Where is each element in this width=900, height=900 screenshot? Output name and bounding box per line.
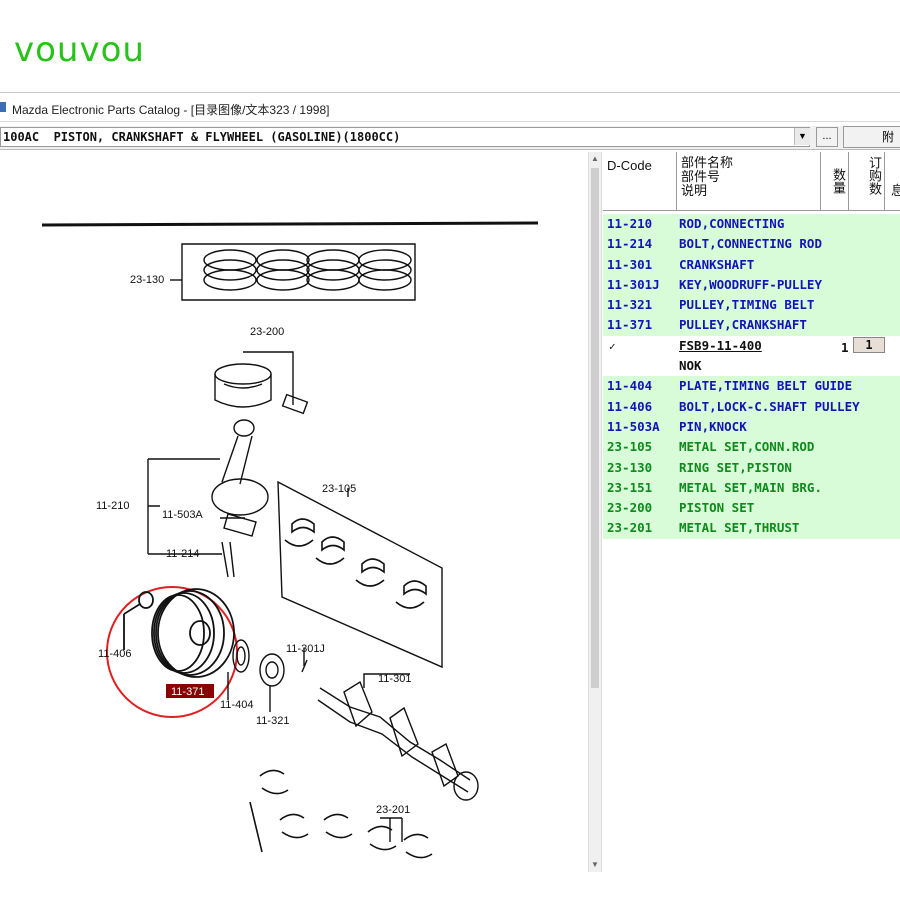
callout-23-105[interactable]: 23-105 [322, 483, 356, 495]
row-code: 11-404 [607, 378, 653, 394]
part-number: FSB9-11-400 [679, 337, 762, 353]
chevron-down-icon[interactable]: ▼ [794, 128, 810, 145]
row-name: PISTON SET [679, 500, 755, 516]
table-row[interactable]: 11-503A PIN,KNOCK [603, 416, 900, 438]
row-name: PIN,KNOCK [679, 418, 747, 434]
table-row[interactable]: 11-301 CRANKSHAFT [603, 254, 900, 275]
callout-23-200[interactable]: 23-200 [250, 326, 284, 338]
header-dcode[interactable]: D-Code [603, 152, 677, 210]
row-code: 11-214 [607, 236, 653, 252]
header-qty[interactable]: 数量 [821, 152, 849, 210]
table-row[interactable]: 11-214 BOLT,CONNECTING ROD [603, 234, 900, 255]
window-title: Mazda Electronic Parts Catalog - [目录图像/文… [12, 103, 330, 117]
row-name: BOLT,CONNECTING ROD [679, 236, 822, 252]
row-code: 11-406 [607, 398, 653, 414]
bearing-panel [277, 480, 443, 669]
row-name: KEY,WOODRUFF-PULLEY [679, 276, 822, 292]
crankshaft-drawing [317, 680, 479, 801]
row-name: CRANKSHAFT [679, 256, 755, 272]
callout-11-406[interactable]: 11-406 [98, 648, 131, 660]
part-note-row: NOK [603, 356, 900, 377]
callout-23-201[interactable]: 23-201 [376, 804, 410, 816]
header-name-line2: 部件号 [681, 169, 721, 184]
row-code: 11-301 [607, 256, 653, 272]
part-qty: 1 [841, 339, 849, 355]
row-name: PLATE,TIMING BELT GUIDE [679, 378, 853, 394]
watermark-text: vouvou [14, 30, 145, 70]
table-row[interactable]: 11-404 PLATE,TIMING BELT GUIDE [603, 376, 900, 397]
grid-header: D-Code 部件名称 部件号 说明 数量 订购数 息 [603, 152, 900, 211]
row-code: 11-210 [607, 216, 653, 231]
table-row[interactable]: 23-151 METAL SET,MAIN BRG. [603, 477, 900, 499]
header-name-line3: 说明 [681, 183, 708, 198]
diagram-scrollbar[interactable]: ▲ ▼ [588, 152, 602, 872]
row-code: 11-301J [607, 276, 660, 292]
callout-11-210[interactable]: 11-210 [96, 500, 129, 512]
table-row[interactable]: 11-371 PULLEY,CRANKSHAFT [603, 315, 900, 336]
table-row[interactable]: 11-301J KEY,WOODRUFF-PULLEY [603, 274, 900, 296]
window-titlebar: Mazda Electronic Parts Catalog - [目录图像/文… [0, 92, 900, 122]
header-order[interactable]: 订购数 [849, 152, 885, 210]
frame-line [41, 221, 539, 227]
row-name: PULLEY,TIMING BELT [679, 297, 815, 313]
section-select[interactable]: 100AC PISTON, CRANKSHAFT & FLYWHEEL (GAS… [0, 127, 810, 147]
ring-set-drawing [203, 249, 412, 291]
app-icon [0, 102, 6, 112]
table-row[interactable]: 23-200 PISTON SET [603, 498, 900, 519]
table-row[interactable]: 23-201 METAL SET,THRUST [603, 518, 900, 539]
timing-pulley-drawing [259, 653, 285, 687]
table-row[interactable]: 11-321 PULLEY,TIMING BELT [603, 295, 900, 316]
row-name: METAL SET,CONN.ROD [679, 439, 815, 455]
row-code: 23-130 [607, 459, 653, 475]
row-name: METAL SET,MAIN BRG. [679, 479, 822, 495]
callout-11-404[interactable]: 11-404 [220, 699, 253, 711]
row-name: METAL SET,THRUST [679, 520, 800, 536]
callout-11-371[interactable]: 11-371 [171, 686, 204, 698]
row-name: RING SET,PISTON [679, 459, 792, 475]
row-code: 23-105 [607, 439, 653, 455]
row-name: PULLEY,CRANKSHAFT [679, 317, 807, 333]
bottom-area [0, 872, 900, 900]
table-row[interactable]: 11-210 ROD,CONNECTING [603, 214, 900, 235]
callout-11-214[interactable]: 11-214 [166, 548, 199, 560]
grid-rows: 11-210 ROD,CONNECTING 11-214 BOLT,CONNECTI… [603, 214, 900, 539]
table-row[interactable]: 23-130 RING SET,PISTON [603, 457, 900, 478]
row-code: 23-201 [607, 520, 653, 536]
more-button[interactable]: ... [816, 127, 838, 147]
guide-plate-drawing [232, 639, 250, 673]
selected-part-row[interactable]: ✓ FSB9-11-400 1 1 [603, 335, 900, 357]
header-extra[interactable]: 息 [885, 152, 900, 210]
part-note: NOK [679, 358, 702, 374]
header-part-name[interactable]: 部件名称 部件号 说明 [677, 152, 821, 210]
callout-11-321[interactable]: 11-321 [256, 715, 289, 727]
scrollbar-thumb[interactable] [591, 168, 599, 688]
table-row[interactable]: 23-105 METAL SET,CONN.ROD [603, 437, 900, 458]
parts-grid: D-Code 部件名称 部件号 说明 数量 订购数 息 11-210 ROD,CO… [603, 152, 900, 872]
bearings-drawing [284, 518, 427, 609]
order-qty-input[interactable]: 1 [853, 336, 885, 353]
table-row[interactable]: 11-406 BOLT,LOCK-C.SHAFT PULLEY [603, 396, 900, 417]
row-code: 23-151 [607, 479, 653, 495]
row-checkbox[interactable]: ✓ [609, 337, 616, 357]
attach-button[interactable]: 附 [843, 126, 900, 148]
row-code: 11-503A [607, 418, 660, 434]
scroll-up-icon[interactable]: ▲ [589, 152, 601, 166]
row-name: ROD,CONNECTING [679, 216, 785, 231]
crank-pulley-drawing [123, 588, 235, 678]
callout-23-130[interactable]: 23-130 [130, 274, 164, 286]
header-name-line1: 部件名称 [681, 155, 734, 170]
row-name: BOLT,LOCK-C.SHAFT PULLEY [679, 398, 860, 414]
row-code: 23-200 [607, 500, 653, 516]
scroll-down-icon[interactable]: ▼ [589, 858, 601, 872]
row-code: 11-321 [607, 297, 653, 313]
exploded-view-drawing: 23-130 23-200 11-210 11-503A 11-214 23-1… [41, 221, 539, 859]
callout-11-301j[interactable]: 11-301J [286, 643, 325, 655]
parts-diagram[interactable]: 23-130 23-200 11-210 11-503A 11-214 23-1… [0, 152, 588, 872]
toolbar: 100AC PISTON, CRANKSHAFT & FLYWHEEL (GAS… [0, 126, 900, 150]
callout-11-301[interactable]: 11-301 [378, 673, 411, 685]
row-code: 11-371 [607, 317, 653, 333]
callout-11-503a[interactable]: 11-503A [162, 509, 203, 521]
